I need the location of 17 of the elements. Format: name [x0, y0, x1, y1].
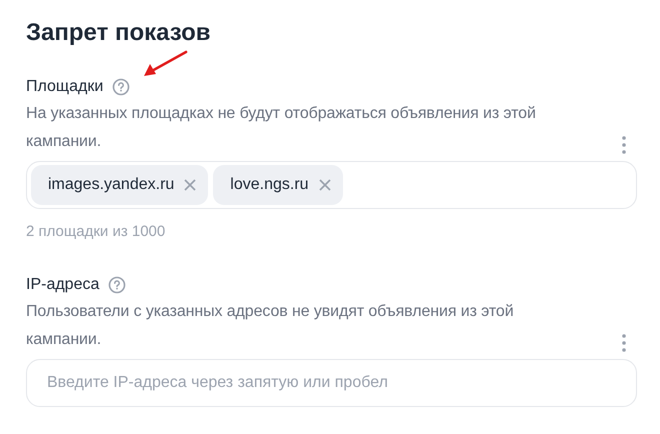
tag-text: love.ngs.ru [230, 175, 309, 195]
input-field[interactable]: Введите IP-адреса через запятую или пробел [26, 358, 637, 406]
close-icon[interactable] [318, 179, 331, 191]
field-label: IP-адреса [26, 274, 100, 294]
count-text: 2 площадки из 1000 [26, 222, 166, 242]
tag-field[interactable]: images.yandex.ru love.ngs.ru [26, 161, 637, 209]
help-icon[interactable] [112, 78, 130, 96]
more-icon[interactable] [622, 136, 626, 154]
close-icon[interactable] [184, 179, 196, 191]
annotation-arrow [142, 50, 188, 78]
more-icon[interactable] [622, 334, 626, 352]
field-description: На указанных площадках не будут отображаться объявления из этой кампании. [26, 104, 537, 152]
field-label: Площадки [26, 77, 104, 97]
tag-text: images.yandex.ru [48, 175, 174, 195]
section-title: Запрет показов [26, 18, 212, 48]
help-icon[interactable] [108, 276, 126, 294]
field-description: Пользователи с указанных адресов не увидят объявления из этой кампании. [26, 302, 515, 350]
